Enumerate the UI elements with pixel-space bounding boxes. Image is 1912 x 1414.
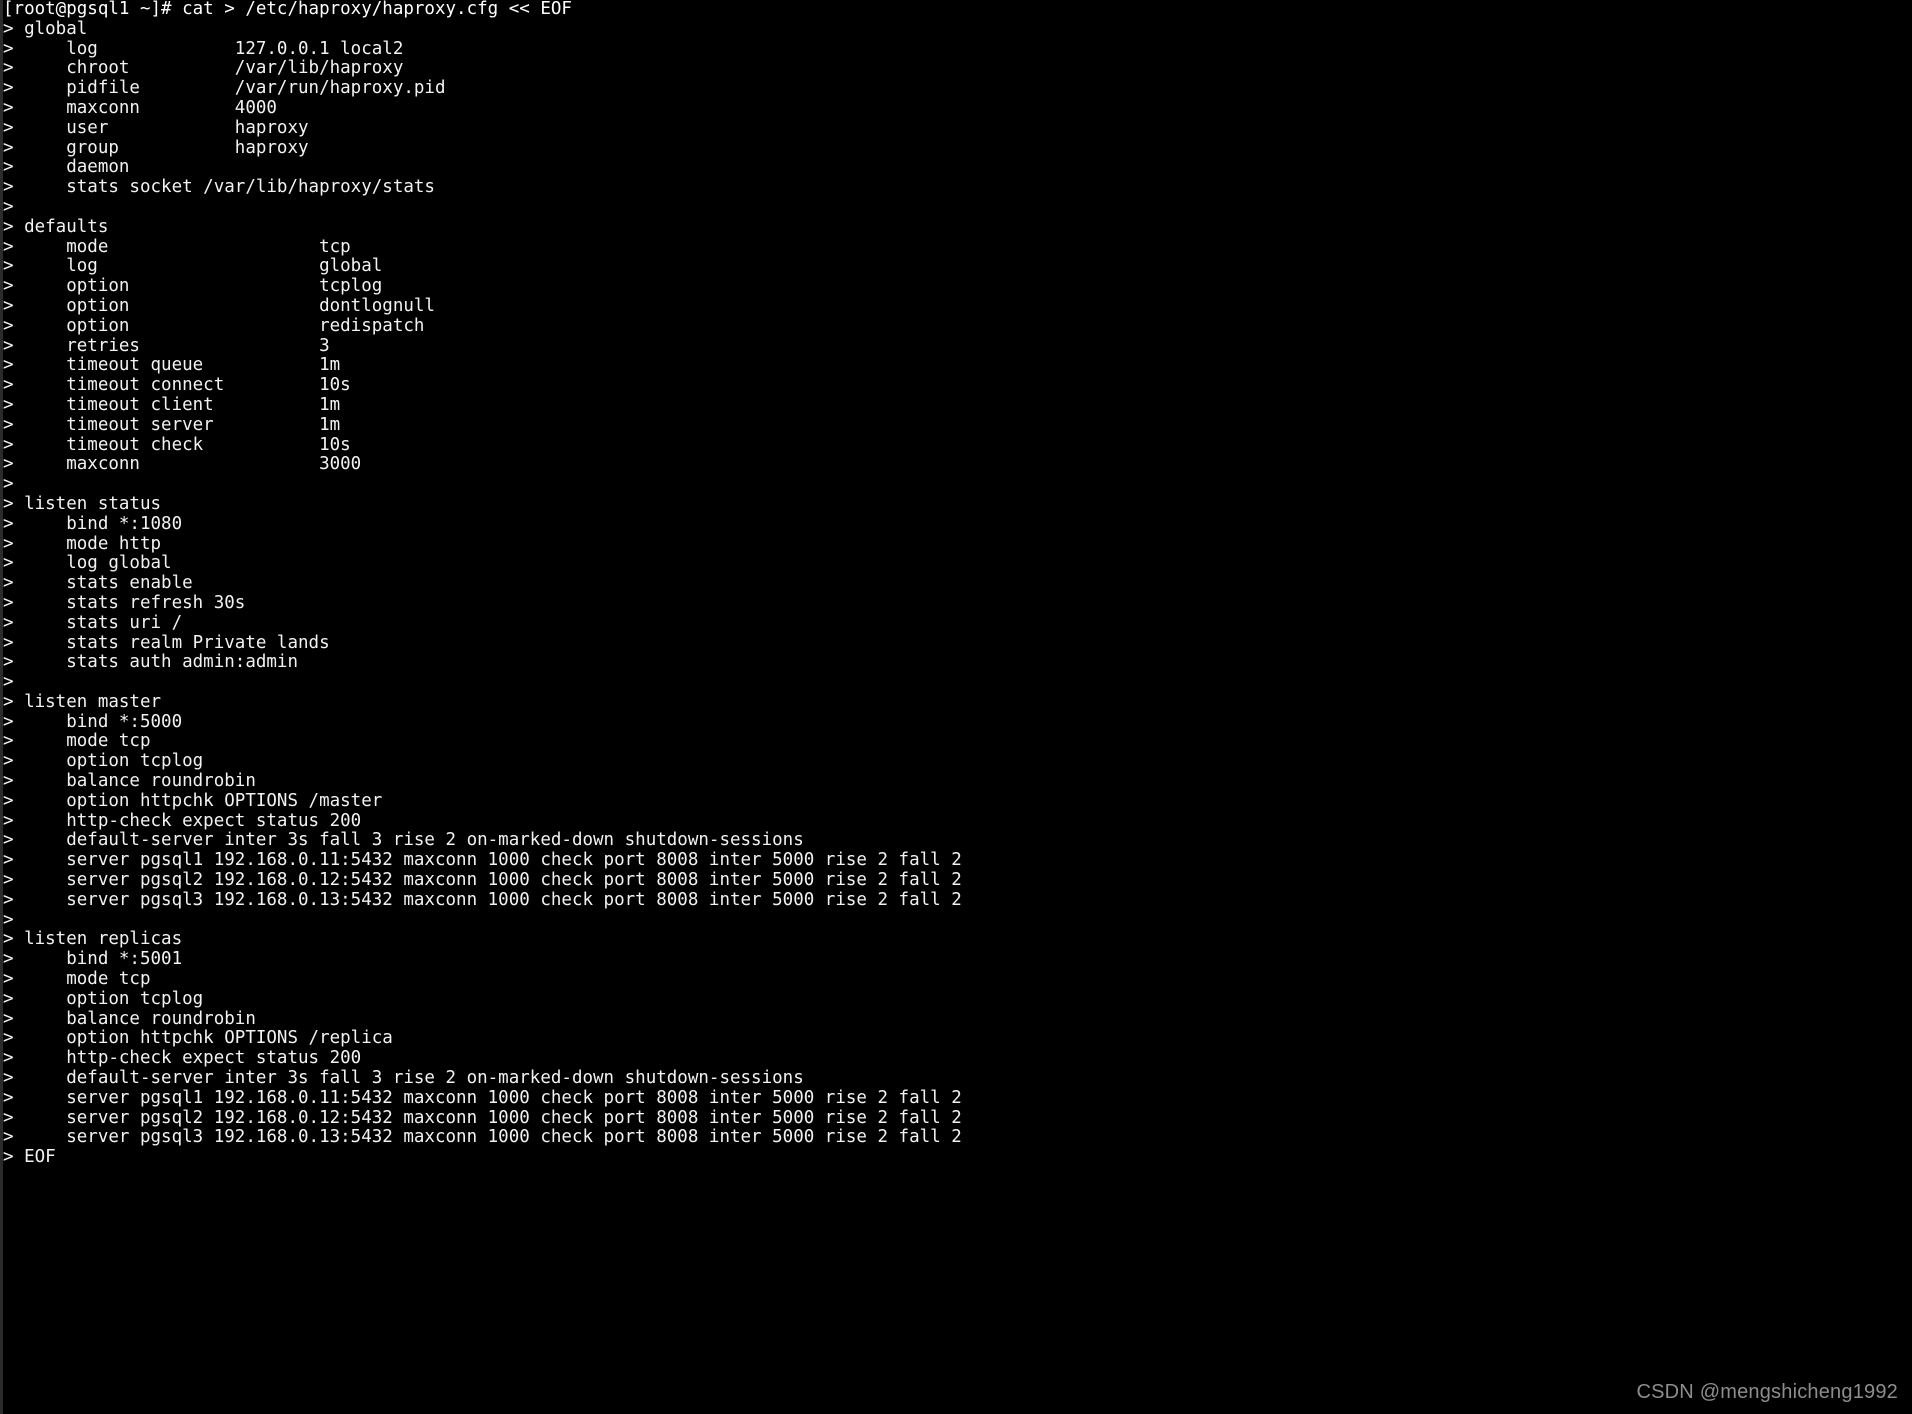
terminal-line: > listen master — [3, 691, 162, 712]
terminal-line: > option dontlognull — [3, 295, 435, 316]
terminal-prompt-line: [root@pgsql1 ~]# cat > /etc/haproxy/hapr… — [3, 0, 572, 19]
terminal-line: > server pgsql2 192.168.0.12:5432 maxcon… — [3, 1107, 962, 1128]
terminal-line: > maxconn 4000 — [3, 97, 277, 118]
terminal-line: > mode http — [3, 533, 162, 554]
terminal-line: > stats enable — [3, 573, 193, 594]
terminal-line: > server pgsql1 192.168.0.11:5432 maxcon… — [3, 850, 962, 871]
terminal-line: > global — [3, 18, 88, 39]
terminal-line: > mode tcp — [3, 969, 151, 990]
terminal-line: > timeout queue 1m — [3, 355, 341, 376]
terminal-line: > listen status — [3, 493, 162, 514]
terminal-line: > group haproxy — [3, 137, 309, 158]
terminal-line: > option httpchk OPTIONS /replica — [3, 1028, 393, 1049]
terminal-line: > log global — [3, 553, 172, 574]
terminal-line: > chroot /var/lib/haproxy — [3, 58, 404, 79]
terminal-line: > timeout server 1m — [3, 414, 341, 435]
csdn-watermark: CSDN @mengshicheng1992 — [1636, 1381, 1898, 1403]
terminal-line: > — [3, 909, 14, 930]
terminal-line: > stats uri / — [3, 612, 183, 633]
terminal-line: > option tcplog — [3, 751, 204, 772]
terminal-line: > timeout connect 10s — [3, 375, 351, 396]
terminal-line: > EOF — [3, 1147, 56, 1168]
terminal-line: > — [3, 196, 14, 217]
terminal-line: > mode tcp — [3, 236, 351, 257]
terminal-line: > timeout client 1m — [3, 394, 341, 415]
terminal-line: > option redispatch — [3, 315, 425, 336]
terminal-line: > retries 3 — [3, 335, 330, 356]
terminal-line: > option httpchk OPTIONS /master — [3, 790, 383, 811]
terminal-line: > balance roundrobin — [3, 771, 256, 792]
terminal-output-area[interactable]: [root@pgsql1 ~]# cat > /etc/haproxy/hapr… — [0, 0, 1912, 1414]
terminal-line: > server pgsql3 192.168.0.13:5432 maxcon… — [3, 1127, 962, 1148]
terminal-line: > option tcplog — [3, 276, 383, 297]
terminal-line: > stats realm Private lands — [3, 632, 330, 653]
terminal-line: > server pgsql2 192.168.0.12:5432 maxcon… — [3, 870, 962, 891]
terminal-line: > daemon — [3, 157, 130, 178]
terminal-heredoc-lines: > global > log 127.0.0.1 local2 > chroot /… — [0, 18, 1912, 1168]
terminal-line: > balance roundrobin — [3, 1008, 256, 1029]
terminal-line: > mode tcp — [3, 731, 151, 752]
terminal-window[interactable]: [root@pgsql1 ~]# cat > /etc/haproxy/hapr… — [0, 0, 1912, 1414]
terminal-line: > log global — [3, 256, 383, 277]
terminal-line: > server pgsql3 192.168.0.13:5432 maxcon… — [3, 889, 962, 910]
terminal-line: > listen replicas — [3, 929, 183, 950]
terminal-line: > http-check expect status 200 — [3, 1048, 362, 1069]
terminal-line: > — [3, 474, 14, 495]
terminal-line: > pidfile /var/run/haproxy.pid — [3, 78, 446, 99]
terminal-line: > defaults — [3, 216, 109, 237]
terminal-line: > option tcplog — [3, 988, 204, 1009]
terminal-line: > bind *:5000 — [3, 711, 183, 732]
terminal-line: > bind *:1080 — [3, 513, 183, 534]
terminal-line: > server pgsql1 192.168.0.11:5432 maxcon… — [3, 1087, 962, 1108]
terminal-line: > bind *:5001 — [3, 949, 183, 970]
terminal-line: > stats refresh 30s — [3, 592, 246, 613]
terminal-line: > http-check expect status 200 — [3, 810, 362, 831]
terminal-line: > user haproxy — [3, 117, 309, 138]
terminal-line: > — [3, 672, 14, 693]
terminal-line: > timeout check 10s — [3, 434, 351, 455]
terminal-line: > log 127.0.0.1 local2 — [3, 38, 404, 59]
terminal-line: > maxconn 3000 — [3, 454, 362, 475]
terminal-line: > stats auth admin:admin — [3, 652, 299, 673]
terminal-line: > stats socket /var/lib/haproxy/stats — [3, 177, 435, 198]
terminal-line: > default-server inter 3s fall 3 rise 2 … — [3, 1068, 804, 1089]
terminal-line: > default-server inter 3s fall 3 rise 2 … — [3, 830, 804, 851]
